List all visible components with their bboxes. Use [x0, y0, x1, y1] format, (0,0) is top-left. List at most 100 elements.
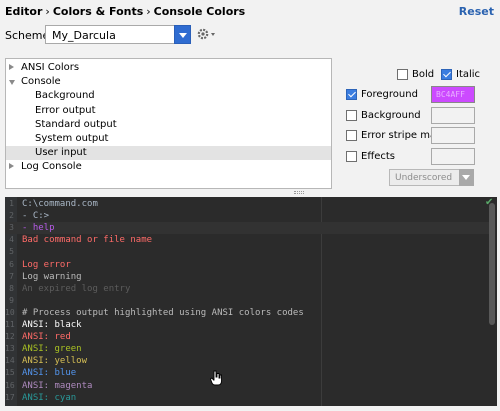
code-text: Bad command or file name	[22, 235, 153, 246]
tree-item[interactable]: Console	[6, 75, 331, 89]
line-number: 3	[9, 223, 14, 233]
code-text: An expired log entry	[22, 283, 131, 294]
italic-checkbox[interactable]	[441, 69, 452, 80]
reset-link[interactable]: Reset	[459, 5, 494, 18]
editor-line[interactable]: 12 ANSI: red	[5, 331, 489, 343]
scheme-value: My_Darcula	[52, 29, 116, 42]
tree-item[interactable]: ANSI Colors	[6, 61, 331, 75]
tree-item[interactable]: Standard output	[6, 118, 331, 132]
editor-line[interactable]: 14 ANSI: yellow	[5, 355, 489, 367]
line-number: 6	[9, 259, 14, 269]
breadcrumb-separator: ›	[146, 5, 151, 18]
code-text: ANSI: black	[22, 320, 82, 330]
tree-item-label: Console	[21, 76, 61, 88]
code-text: ANSI: magenta	[22, 380, 93, 391]
editor-line[interactable]: 10 # Process output highlighted using ANS…	[5, 307, 489, 319]
breadcrumb-editor[interactable]: Editor	[5, 5, 42, 18]
editor-line[interactable]: 11 ANSI: black	[5, 319, 489, 331]
line-number: 16	[5, 380, 15, 390]
breadcrumb-separator: ›	[45, 5, 50, 18]
editor-line[interactable]: 17 ANSI: cyan	[5, 392, 489, 404]
foreground-checkbox[interactable]	[346, 89, 357, 100]
code-text: ANSI: green	[22, 344, 82, 355]
tree-item[interactable]: User input	[6, 146, 331, 161]
italic-label: Italic	[456, 69, 481, 80]
background-color-swatch[interactable]	[431, 107, 475, 124]
gear-icon[interactable]	[196, 26, 218, 42]
line-number: 14	[5, 356, 15, 366]
effects-style-dropdown[interactable]: Underscored	[389, 169, 474, 186]
editor-line[interactable]: 5	[5, 246, 489, 258]
tree-item-label: Log Console	[21, 161, 82, 173]
tree-item[interactable]: System output	[6, 132, 331, 146]
line-number: 10	[5, 307, 15, 317]
editor-line[interactable]: 16 ANSI: magenta	[5, 380, 489, 392]
chevron-down-icon[interactable]	[174, 25, 191, 44]
editor-line[interactable]: 9	[5, 295, 489, 307]
editor-line[interactable]: 3 - help	[5, 222, 489, 235]
line-number: 15	[5, 368, 15, 378]
error-stripe-color-swatch[interactable]	[431, 127, 475, 144]
collapsed-arrow-icon[interactable]	[9, 163, 14, 170]
editor-line[interactable]: 15 ANSI: blue	[5, 367, 489, 379]
tree-item-label: System output	[35, 133, 109, 144]
editor-line[interactable]: 4 Bad command or file name	[5, 234, 489, 246]
tree-item[interactable]: Error output	[6, 104, 331, 118]
editor-line[interactable]: 2 - C:>	[5, 210, 489, 222]
line-number: 13	[5, 344, 15, 354]
tree-item[interactable]: Log Console	[6, 160, 331, 174]
tree-item[interactable]: Background	[6, 89, 331, 103]
line-number: 17	[5, 392, 15, 402]
code-text: ANSI: blue	[22, 368, 77, 379]
line-number: 1	[9, 199, 14, 208]
tree-item-label: Standard output	[35, 118, 117, 130]
expanded-arrow-icon[interactable]	[9, 80, 15, 86]
foreground-label: Foreground	[361, 89, 418, 100]
breadcrumb: Editor › Colors & Fonts › Console Colors	[5, 5, 245, 18]
line-number: 5	[9, 247, 14, 257]
editor-line[interactable]: 6 Log error	[5, 259, 489, 271]
code-text: ANSI: yellow	[22, 356, 88, 367]
error-stripe-checkbox[interactable]	[346, 130, 357, 141]
code-text: C:\command.com	[22, 199, 98, 209]
foreground-color-swatch[interactable]: BC4AFF	[431, 86, 475, 103]
bold-checkbox[interactable]	[397, 69, 408, 80]
tree-item-label: Background	[35, 90, 95, 102]
collapsed-arrow-icon[interactable]	[9, 64, 14, 70]
color-settings-tree[interactable]: ANSI Colors Console Background Error output…	[5, 58, 332, 189]
line-number: 4	[9, 235, 14, 245]
attribute-options: Bold Italic Foreground BC4AFF Background…	[340, 64, 498, 194]
chevron-down-icon[interactable]	[459, 169, 474, 186]
scheme-dropdown[interactable]: My_Darcula	[45, 25, 191, 44]
effects-label: Effects	[361, 151, 395, 162]
background-checkbox[interactable]	[346, 110, 357, 121]
header: Editor › Colors & Fonts › Console Colors Res…	[0, 0, 500, 24]
code-text: ANSI: red	[22, 332, 71, 343]
code-text: ANSI: cyan	[22, 392, 77, 403]
editor-line[interactable]: 1 C:\command.com	[5, 198, 489, 210]
mouse-pointer-icon	[209, 370, 222, 389]
line-number: 12	[5, 332, 15, 342]
splitter-handle[interactable]	[294, 191, 304, 194]
code-text: - C:>	[22, 211, 50, 222]
foreground-color-value: BC4AFF	[436, 90, 465, 99]
editor-line[interactable]: 7 Log warning	[5, 271, 489, 283]
preview-editor[interactable]: ✔ 1 C:\command.com 2- C:> 3- help 4 Bad comma…	[5, 197, 497, 406]
code-text: # Process output highlighted using ANSI …	[22, 307, 304, 318]
line-number: 7	[9, 271, 14, 281]
effects-style-value: Underscored	[395, 173, 453, 183]
effects-color-swatch[interactable]	[431, 148, 475, 165]
code-text: Log error	[22, 259, 71, 270]
effects-checkbox[interactable]	[346, 151, 357, 162]
tree-item-label: User input	[35, 147, 87, 159]
breadcrumb-colors-fonts[interactable]: Colors & Fonts	[53, 5, 143, 18]
tree-item-label: ANSI Colors	[21, 62, 80, 73]
background-label: Background	[361, 110, 421, 121]
line-number: 11	[5, 320, 15, 329]
editor-line[interactable]: 13 ANSI: green	[5, 343, 489, 355]
editor-scrollbar[interactable]	[489, 203, 495, 325]
editor-line[interactable]: 8 An expired log entry	[5, 283, 489, 295]
line-number: 2	[9, 211, 14, 221]
line-number: 8	[9, 283, 14, 293]
code-text: - help	[22, 223, 55, 234]
